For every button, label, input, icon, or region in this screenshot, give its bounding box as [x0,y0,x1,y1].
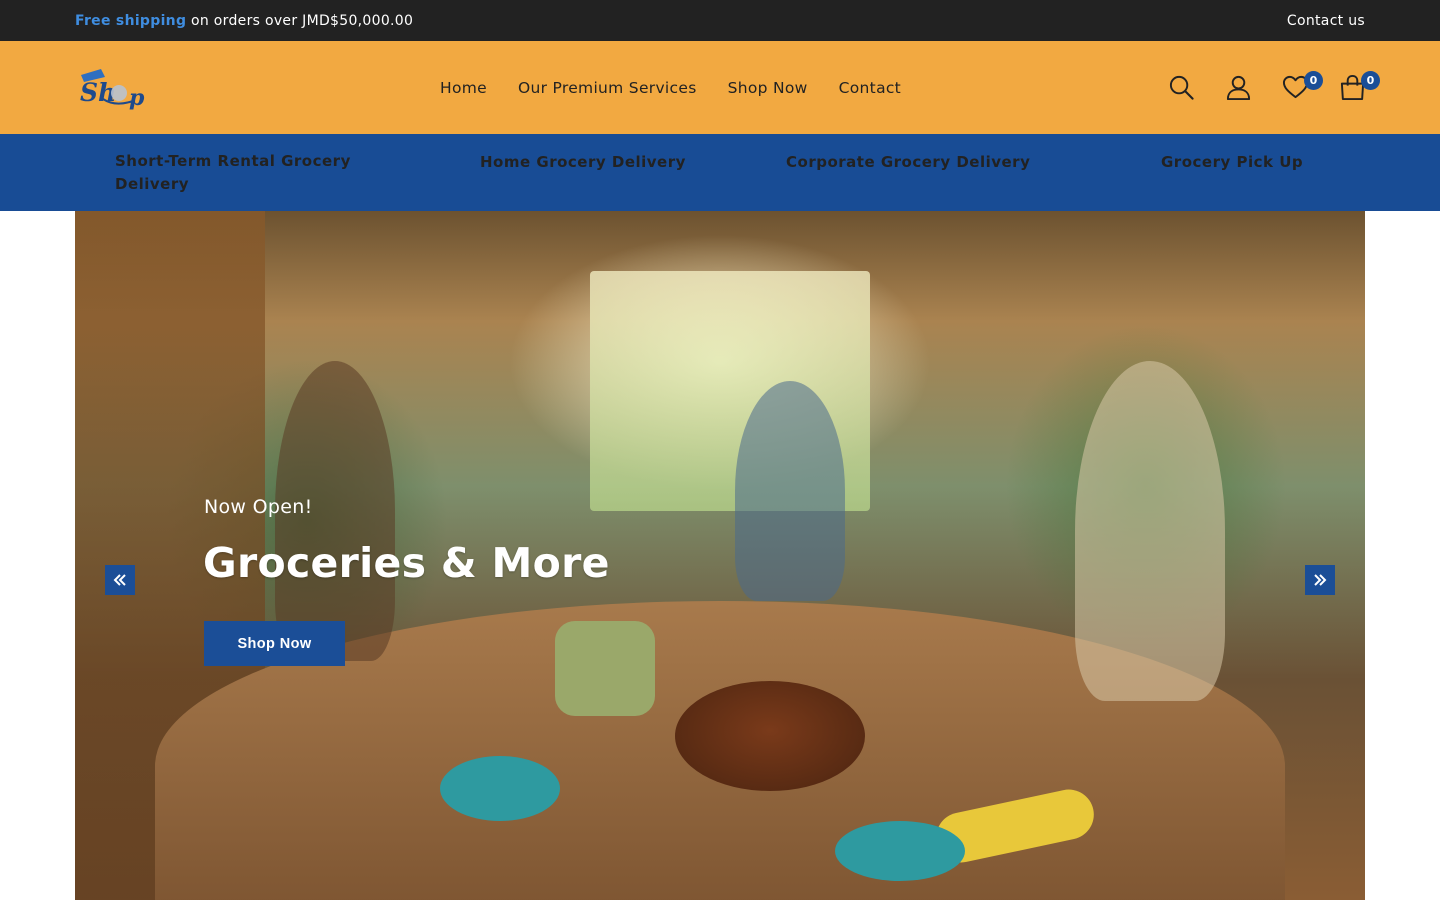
nav-shop-now[interactable]: Shop Now [728,79,808,97]
svg-text:p: p [129,85,145,111]
slider-prev-button[interactable] [105,565,135,595]
wishlist-count-badge: 0 [1304,70,1323,90]
slider-next-button[interactable] [1305,565,1335,595]
hero-shop-now-button[interactable]: Shop Now [204,621,345,666]
search-icon [1169,75,1194,100]
shipping-message: Free shipping on orders over JMD$50,000.… [75,13,413,29]
category-corporate-delivery[interactable]: Corporate Grocery Delivery [786,151,1030,174]
search-button[interactable] [1167,74,1195,102]
site-logo[interactable]: Sh p [75,65,147,111]
shipping-threshold-text: on orders over JMD$50,000.00 [186,12,414,29]
service-category-bar: Short-Term Rental Grocery Delivery Home … [0,134,1440,211]
wishlist-button[interactable]: 0 [1281,70,1323,102]
nav-home[interactable]: Home [440,79,487,97]
user-icon [1226,75,1250,101]
double-chevron-left-icon [113,574,126,586]
double-chevron-right-icon [1314,574,1327,586]
logo-icon: Sh p [80,68,145,111]
category-grocery-pickup[interactable]: Grocery Pick Up [1161,151,1303,174]
hero-title: Groceries & More [203,539,610,587]
free-shipping-highlight: Free shipping [75,12,187,29]
category-home-delivery[interactable]: Home Grocery Delivery [480,151,686,174]
main-nav: Home Our Premium Services Shop Now Conta… [440,41,901,134]
hero-subtitle: Now Open! [204,496,313,518]
category-short-term-rental[interactable]: Short-Term Rental Grocery Delivery [115,150,370,196]
hero-slider: Now Open! Groceries & More Shop Now [75,211,1365,900]
site-header: Sh p Home Our Premium Services Shop Now … [0,41,1440,134]
nav-contact[interactable]: Contact [839,79,901,97]
nav-premium-services[interactable]: Our Premium Services [518,79,697,97]
account-button[interactable] [1224,74,1252,102]
announcement-bar: Free shipping on orders over JMD$50,000.… [0,0,1440,41]
cart-button[interactable]: 0 [1338,70,1380,102]
contact-us-link[interactable]: Contact us [1287,13,1365,29]
cart-count-badge: 0 [1361,70,1380,90]
header-actions: 0 0 [1167,41,1380,134]
